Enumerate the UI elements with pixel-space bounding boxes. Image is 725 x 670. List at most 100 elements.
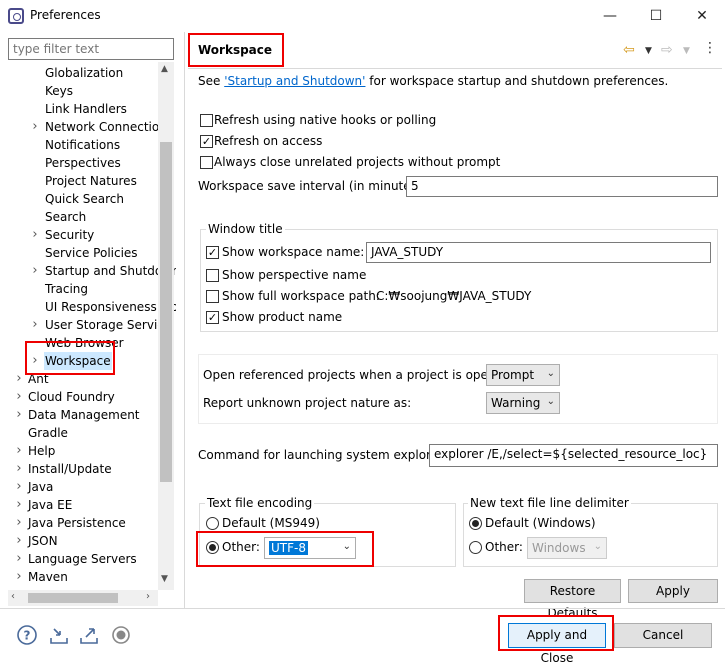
tree-item[interactable]: › Java — [0, 478, 176, 496]
show-ws-name-checkbox[interactable]: ✓ — [206, 246, 219, 259]
line-delim-other-value: Windows — [532, 541, 586, 555]
show-full-path-checkbox[interactable] — [206, 290, 219, 303]
view-menu-icon[interactable]: ⋮ — [703, 40, 717, 56]
tree-item[interactable]: › Maven — [0, 568, 176, 586]
tree-item[interactable]: Project Natures — [0, 172, 176, 190]
chevron-right-icon[interactable]: › — [14, 478, 24, 496]
ws-name-input[interactable]: JAVA_STUDY — [366, 242, 711, 263]
tree-item[interactable]: › Java Persistence — [0, 514, 176, 532]
line-delim-other-radio[interactable] — [469, 541, 482, 554]
save-interval-input[interactable]: 5 — [406, 176, 718, 197]
tree-item[interactable]: Service Policies — [0, 244, 176, 262]
minimize-button[interactable]: — — [587, 0, 633, 32]
export-icon[interactable] — [78, 624, 100, 646]
open-ref-label: Open referenced projects when a project … — [203, 368, 515, 382]
scroll-up-icon[interactable]: ▲ — [161, 64, 168, 74]
tree-item[interactable]: Globalization — [0, 64, 176, 82]
open-ref-select[interactable]: Prompt ⌄ — [486, 364, 560, 386]
tree-item[interactable]: UI Responsiveness Monitoring — [0, 298, 176, 316]
tree-item-label: Gradle — [28, 426, 68, 440]
forward-arrow-icon[interactable]: ⇨ — [661, 42, 673, 58]
show-perspective-checkbox[interactable] — [206, 269, 219, 282]
scroll-right-icon[interactable]: › — [146, 591, 150, 602]
encoding-highlight-box — [196, 531, 374, 567]
record-icon[interactable] — [110, 624, 132, 646]
tree-item[interactable]: Perspectives — [0, 154, 176, 172]
encoding-default-radio[interactable] — [206, 517, 219, 530]
explorer-cmd-input[interactable]: explorer /E,/select=${selected_resource_… — [429, 444, 718, 467]
scroll-left-icon[interactable]: ‹ — [11, 591, 15, 602]
chevron-right-icon[interactable]: › — [14, 460, 24, 478]
filter-input[interactable] — [8, 38, 174, 60]
chevron-right-icon[interactable]: › — [14, 388, 24, 406]
tree-item[interactable]: Gradle — [0, 424, 176, 442]
chevron-right-icon[interactable]: › — [14, 550, 24, 568]
tree-item[interactable]: › Security — [0, 226, 176, 244]
tree-item[interactable]: Link Handlers — [0, 100, 176, 118]
full-path-value: C:₩soojung₩JAVA_STUDY — [376, 289, 532, 303]
close-button[interactable]: ✕ — [679, 0, 725, 32]
encoding-group-label: Text file encoding — [205, 496, 315, 510]
tree-item[interactable]: › JSON — [0, 532, 176, 550]
tree-item[interactable]: › User Storage Service — [0, 316, 176, 334]
tree-item[interactable]: Quick Search — [0, 190, 176, 208]
help-icon[interactable]: ? — [16, 624, 38, 646]
chevron-right-icon[interactable]: › — [14, 442, 24, 460]
maximize-button[interactable]: ☐ — [633, 0, 679, 32]
line-delim-default-label: Default (Windows) — [485, 516, 596, 530]
tree-scroll-thumb[interactable] — [160, 142, 172, 482]
import-icon[interactable] — [48, 624, 70, 646]
panel-divider[interactable] — [184, 32, 185, 608]
title-separator — [188, 68, 722, 69]
always-close-checkbox[interactable] — [200, 156, 213, 169]
forward-menu-icon[interactable]: ▼ — [683, 46, 690, 56]
chevron-right-icon[interactable]: › — [14, 568, 24, 586]
show-product-checkbox[interactable]: ✓ — [206, 311, 219, 324]
chevron-right-icon[interactable]: › — [14, 532, 24, 550]
tree-item-label: Data Management — [28, 408, 140, 422]
chevron-right-icon[interactable]: › — [14, 496, 24, 514]
tree-item-label: Link Handlers — [45, 102, 127, 116]
tree-item-label: JSON — [28, 534, 58, 548]
line-delim-other-select[interactable]: Windows ⌄ — [527, 537, 607, 559]
tree-item[interactable]: Search — [0, 208, 176, 226]
report-unknown-label: Report unknown project nature as: — [203, 396, 412, 410]
tree-item[interactable]: › Language Servers — [0, 550, 176, 568]
chevron-right-icon[interactable]: › — [30, 118, 40, 136]
window-title: Preferences — [30, 8, 101, 22]
startup-shutdown-link[interactable]: 'Startup and Shutdown' — [224, 74, 365, 88]
apply-close-highlight-box — [498, 615, 614, 651]
tree-item[interactable]: › Help — [0, 442, 176, 460]
line-delim-default-radio[interactable] — [469, 517, 482, 530]
back-menu-icon[interactable]: ▼ — [645, 46, 652, 56]
tree-hscroll-thumb[interactable] — [28, 593, 118, 603]
tree-item-label: Java — [28, 480, 54, 494]
tree-item[interactable]: › Data Management — [0, 406, 176, 424]
tree-item[interactable]: › Cloud Foundry — [0, 388, 176, 406]
refresh-native-checkbox[interactable] — [200, 114, 213, 127]
restore-defaults-button[interactable]: Restore Defaults — [524, 579, 621, 620]
tree-item[interactable]: › Network Connections — [0, 118, 176, 136]
tree-horizontal-scrollbar[interactable]: ‹ › — [8, 590, 158, 606]
tree-item[interactable]: › Startup and Shutdown — [0, 262, 176, 280]
tree-item[interactable]: Keys — [0, 82, 176, 100]
explorer-cmd-label: Command for launching system explorer: — [198, 448, 447, 462]
chevron-right-icon[interactable]: › — [14, 406, 24, 424]
refresh-access-checkbox[interactable]: ✓ — [200, 135, 213, 148]
back-arrow-icon[interactable]: ⇦ — [623, 42, 635, 58]
tree-item[interactable]: › Java EE — [0, 496, 176, 514]
report-unknown-select[interactable]: Warning ⌄ — [486, 392, 560, 414]
tree-vertical-scrollbar[interactable]: ▲ ▼ — [158, 62, 174, 590]
chevron-right-icon[interactable]: › — [30, 262, 40, 280]
tree-item[interactable]: › Install/Update — [0, 460, 176, 478]
apply-button[interactable]: Apply — [628, 579, 718, 603]
scroll-down-icon[interactable]: ▼ — [161, 574, 168, 584]
chevron-right-icon[interactable]: › — [14, 370, 24, 388]
cancel-button[interactable]: Cancel — [614, 623, 712, 648]
tree-item[interactable]: Notifications — [0, 136, 176, 154]
chevron-right-icon[interactable]: › — [14, 514, 24, 532]
line-delim-group-label: New text file line delimiter — [468, 496, 631, 510]
tree-item[interactable]: Tracing — [0, 280, 176, 298]
chevron-right-icon[interactable]: › — [30, 226, 40, 244]
chevron-right-icon[interactable]: › — [30, 316, 40, 334]
